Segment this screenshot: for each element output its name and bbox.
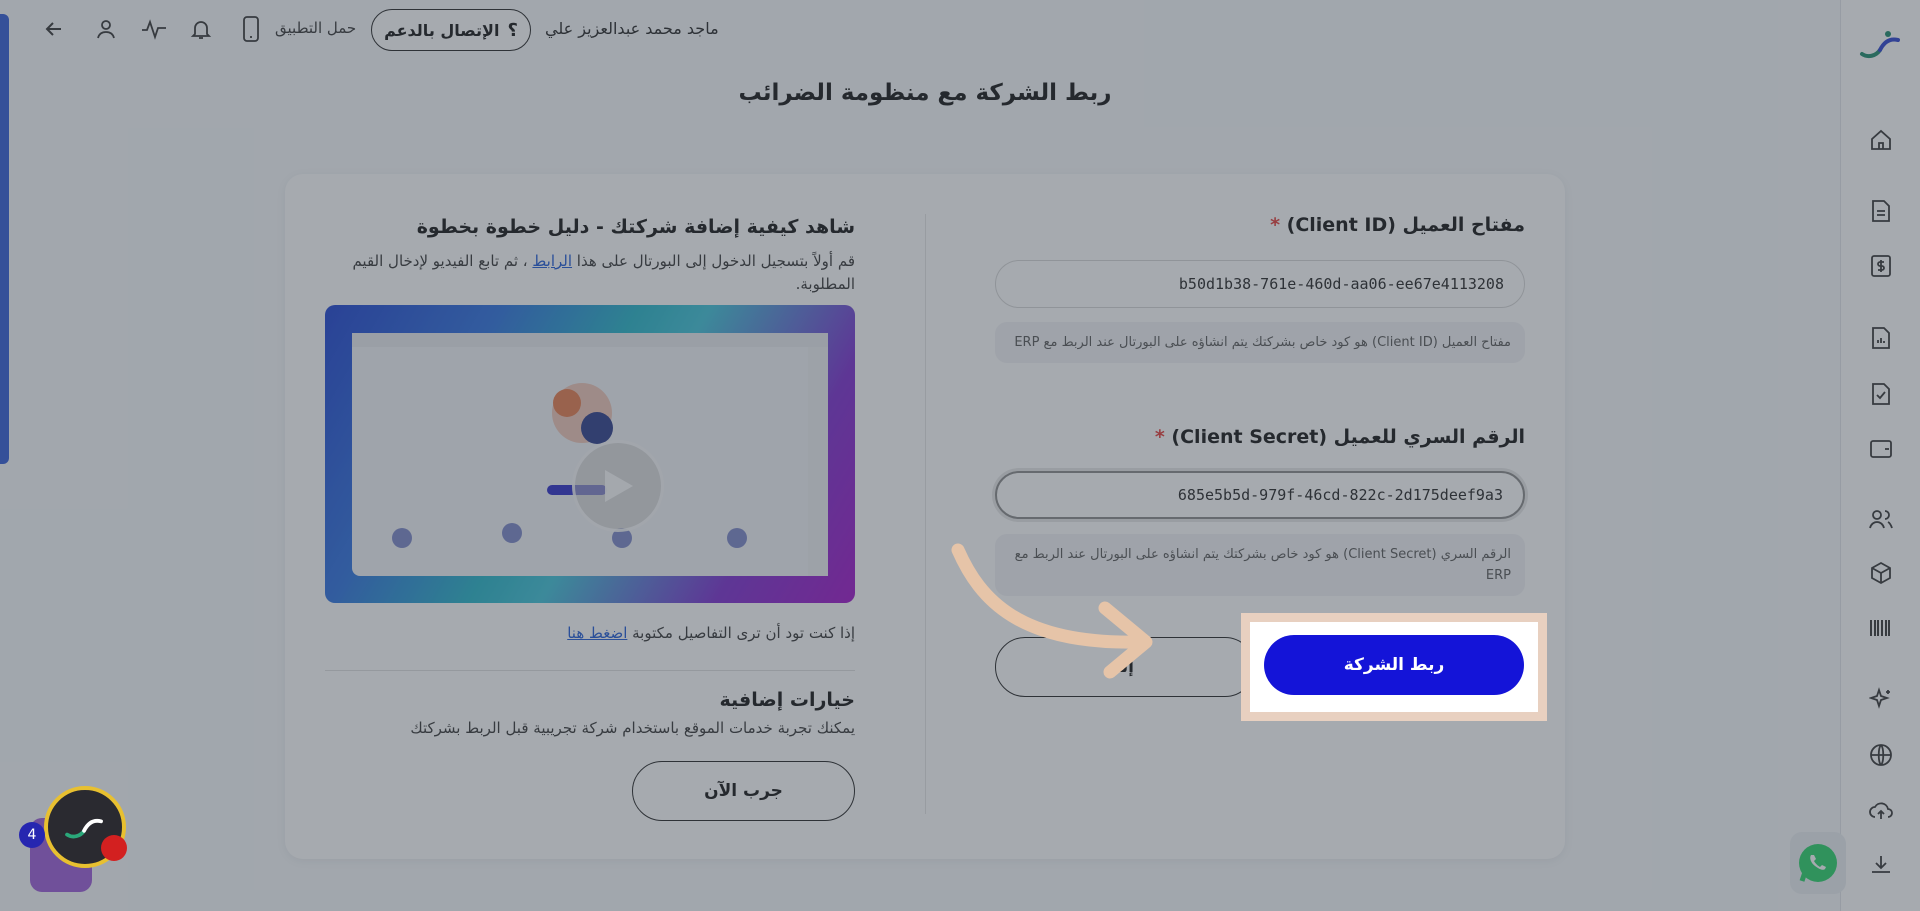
- extra-options-description: يمكنك تجربة خدمات الموقع باستخدام شركة ت…: [410, 719, 855, 737]
- bell-icon[interactable]: [185, 13, 217, 45]
- sparkle-icon[interactable]: [1865, 683, 1897, 715]
- client-secret-input[interactable]: [995, 471, 1525, 519]
- app-root: حمل التطبيق الإتصال بالدعم ؟ ماجد محمد ع…: [0, 0, 1920, 911]
- question-icon: ؟: [507, 19, 518, 41]
- portal-link[interactable]: الرابط: [532, 252, 572, 270]
- client-id-hint: مفتاح العميل (Client ID) هو كود خاص بشرك…: [995, 322, 1525, 363]
- status-dot: [101, 835, 127, 861]
- section-divider: [325, 670, 855, 671]
- back-arrow-icon[interactable]: [38, 13, 70, 45]
- top-bar: حمل التطبيق الإتصال بالدعم ؟ ماجد محمد ع…: [0, 0, 1840, 58]
- checked-document-icon[interactable]: [1865, 378, 1897, 410]
- download-app-link[interactable]: حمل التطبيق: [275, 19, 356, 37]
- required-mark: *: [1270, 214, 1280, 236]
- box-icon[interactable]: [1865, 557, 1897, 589]
- notification-count-badge: 4: [19, 822, 45, 848]
- guide-title: شاهد كيفية إضافة شركتك - دليل خطوة بخطوة: [416, 216, 855, 238]
- extra-options-title: خيارات إضافية: [719, 689, 855, 711]
- home-icon[interactable]: [1865, 124, 1897, 156]
- document-icon[interactable]: [1865, 195, 1897, 227]
- client-id-label: مفتاح العميل (Client ID) *: [1270, 214, 1525, 236]
- play-icon[interactable]: [572, 440, 664, 532]
- activity-icon[interactable]: [138, 13, 170, 45]
- guide-video[interactable]: [325, 305, 855, 603]
- globe-icon[interactable]: [1865, 739, 1897, 771]
- user-icon[interactable]: [90, 13, 122, 45]
- column-divider: [925, 214, 926, 814]
- users-icon[interactable]: [1865, 503, 1897, 535]
- brand-logo[interactable]: [1858, 30, 1904, 62]
- video-thumbnail: [352, 333, 828, 576]
- client-secret-label: الرقم السري للعميل (Client Secret) *: [1154, 426, 1525, 448]
- wallet-icon[interactable]: [1865, 432, 1897, 464]
- contact-support-button[interactable]: الإتصال بالدعم ؟: [371, 9, 531, 51]
- required-mark: *: [1154, 426, 1165, 448]
- support-label: الإتصال بالدعم: [384, 20, 500, 40]
- connect-company-card: مفتاح العميل (Client ID) * مفتاح العميل …: [285, 174, 1565, 859]
- page-title: ربط الشركة مع منظومة الضرائب: [738, 80, 1112, 106]
- highlight-frame: ربط الشركة: [1241, 613, 1547, 721]
- guide-description: قم أولاً بتسجيل الدخول إلى البورتال على …: [352, 252, 855, 293]
- barcode-icon[interactable]: [1865, 612, 1897, 644]
- download-icon[interactable]: [1865, 849, 1897, 881]
- connect-company-button[interactable]: ربط الشركة: [1264, 635, 1524, 695]
- details-link[interactable]: اضغط هنا: [567, 624, 627, 642]
- cloud-upload-icon[interactable]: [1865, 794, 1897, 826]
- sidebar: [1840, 0, 1920, 911]
- whatsapp-icon[interactable]: [1790, 832, 1846, 894]
- dollar-invoice-icon[interactable]: [1865, 250, 1897, 282]
- client-id-input[interactable]: [995, 260, 1525, 308]
- try-now-button[interactable]: جرب الآن: [632, 761, 855, 821]
- details-line: إذا كنت تود أن ترى التفاصيل مكتوبة اضغط …: [567, 624, 855, 642]
- report-icon[interactable]: [1865, 322, 1897, 354]
- phone-icon[interactable]: [235, 13, 267, 45]
- user-name: ماجد محمد عبدالعزيز علي: [545, 19, 719, 38]
- tutorial-arrow-icon: [951, 543, 1153, 679]
